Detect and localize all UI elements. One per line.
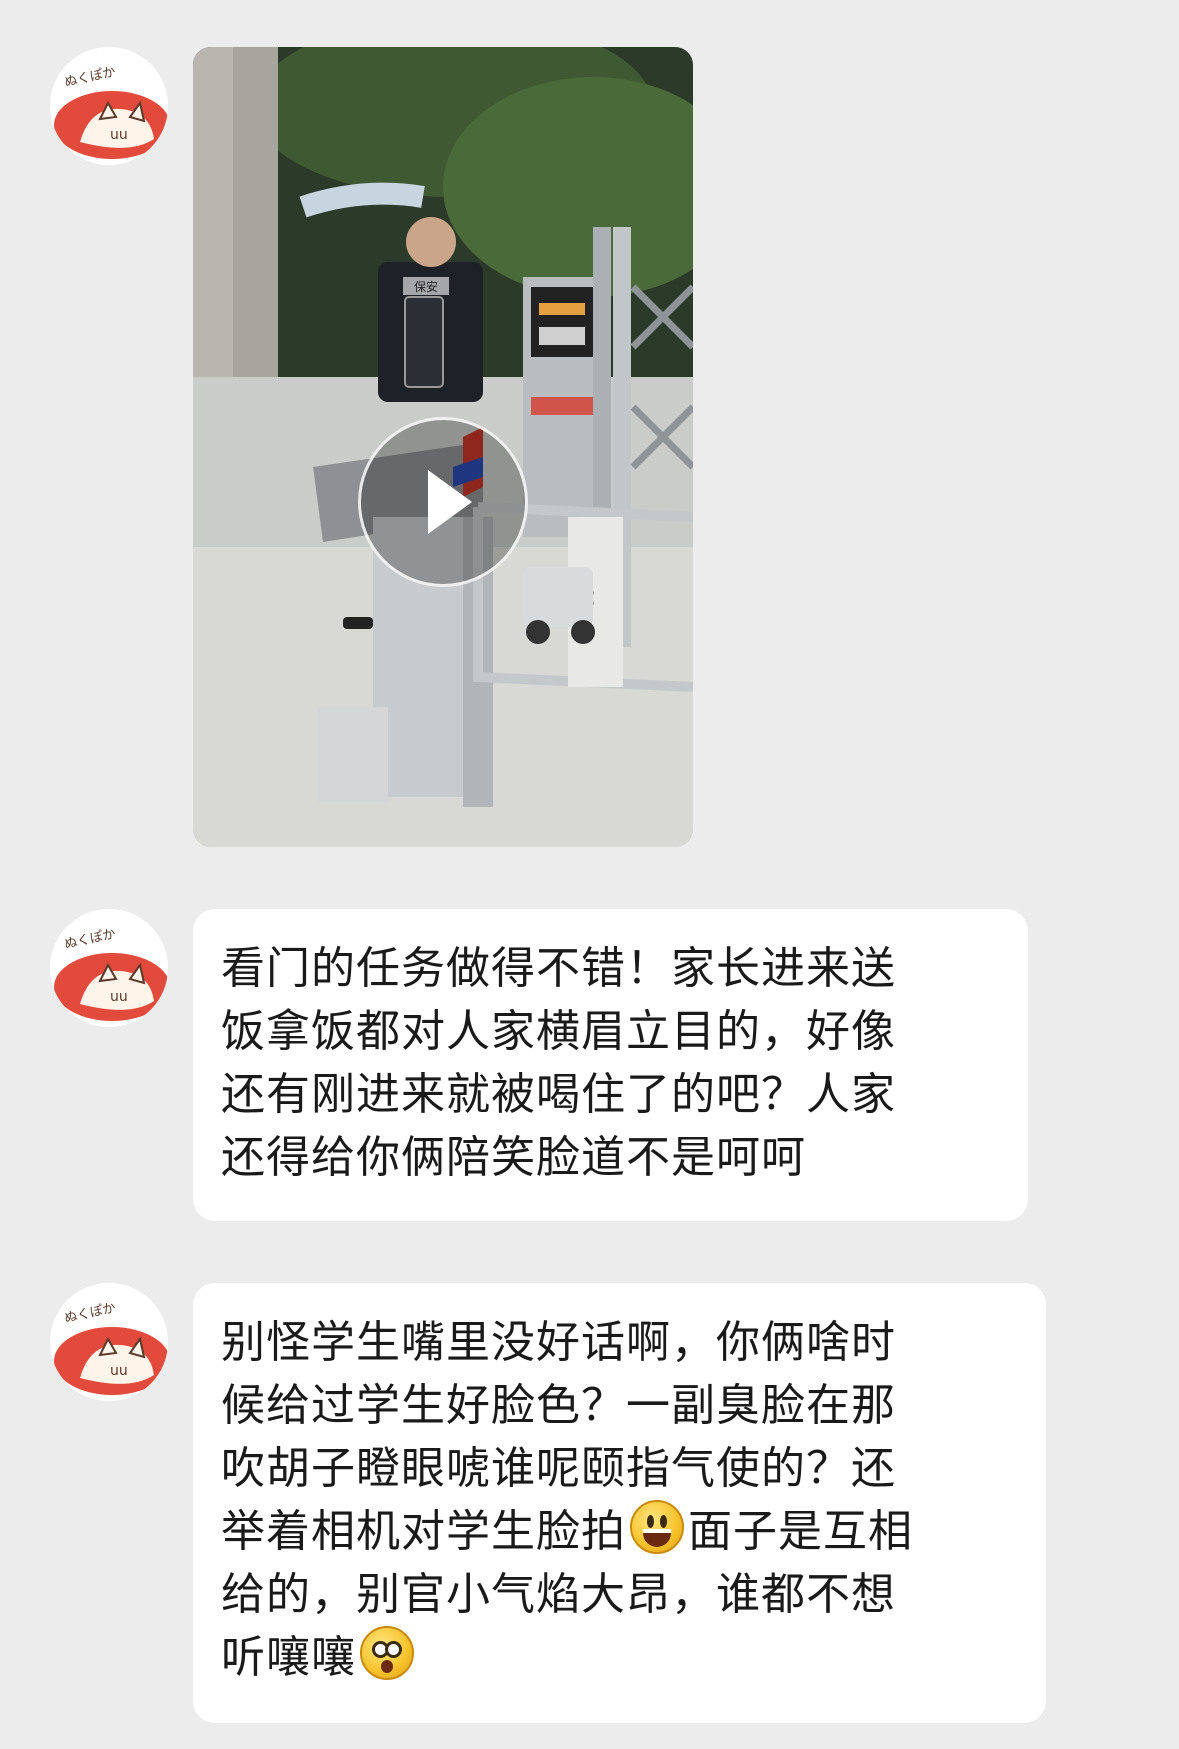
message-bubble[interactable]: 别怪学生嘴里没好话啊，你俩啥时 候给过学生好脸色？一副臭脸在那 吹胡子瞪眼唬谁呢… [193,1283,1046,1723]
svg-text:uu: uu [110,1363,128,1379]
video-message-thumbnail[interactable]: 保安 « [193,47,693,847]
sender-avatar[interactable]: uu ぬくぽか [50,47,168,165]
message-line: 候给过学生好脸色？一副臭脸在那 [221,1380,896,1431]
message-line: 听嚷嚷 [221,1626,1020,1689]
message-line-segment: 面子是互相 [688,1506,913,1557]
message-line: 还得给你俩陪笑脸道不是呵呵 [221,1132,806,1183]
sender-avatar[interactable]: uu ぬくぽか [50,1283,168,1401]
message-bubble[interactable]: 看门的任务做得不错！家长进来送 饭拿饭都对人家横眉立目的，好像 还有刚进来就被喝… [193,909,1028,1221]
message-line: 还有刚进来就被喝住了的吧？人家 [221,1069,896,1120]
message-line-segment: 举着相机对学生脸拍 [221,1506,626,1557]
message-line: 吹胡子瞪眼唬谁呢颐指气使的？还 [221,1443,896,1494]
message-line: 别怪学生嘴里没好话啊，你俩啥时 [221,1317,896,1368]
cat-sticker-avatar-icon: uu ぬくぽか [50,909,168,1027]
message-line: 饭拿饭都对人家横眉立目的，好像 [221,1006,896,1057]
cat-sticker-avatar-icon: uu ぬくぽか [50,1283,168,1401]
message-line-segment: 听嚷嚷 [221,1632,356,1683]
grinning-face-emoji [630,1500,684,1554]
astonished-face-emoji [360,1626,414,1680]
jacket-text: 保安 [414,279,438,294]
svg-text:uu: uu [110,989,128,1005]
cat-sticker-avatar-icon: uu ぬくぽか [50,47,168,165]
play-icon [428,470,472,534]
play-button[interactable] [358,417,528,587]
message-line: 举着相机对学生脸拍 面子是互相 [221,1500,1020,1563]
svg-text:uu: uu [110,127,128,143]
message-line: 给的，别官小气焰大昂，谁都不想 [221,1569,896,1620]
sender-avatar[interactable]: uu ぬくぽか [50,909,168,1027]
message-line: 看门的任务做得不错！家长进来送 [221,943,896,994]
